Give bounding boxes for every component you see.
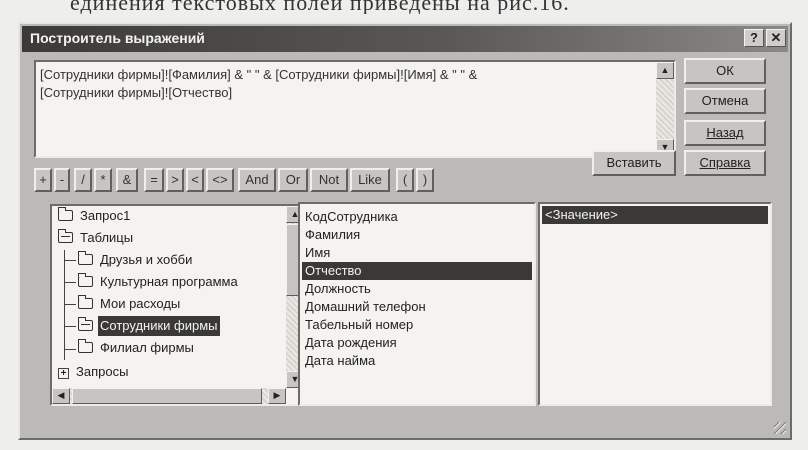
back-button[interactable]: Назад (684, 120, 766, 146)
tree-horizontal-scrollbar[interactable]: ◀ ▶ (52, 388, 286, 404)
fields-list-pane[interactable]: КодСотрудника Фамилия Имя Отчество Должн… (298, 202, 536, 406)
page-caption-text: единения текстовых полей приведены на ри… (70, 0, 570, 14)
expression-scrollbar[interactable]: ▲ ▼ (656, 62, 674, 156)
tree-line (64, 282, 76, 283)
expression-line-2: [Сотрудники фирмы]![Отчество] (40, 85, 233, 100)
folder-icon (78, 295, 93, 309)
operator-not-equal-button[interactable]: <> (206, 168, 234, 192)
help-button[interactable]: Справка (684, 150, 766, 176)
tree-line (64, 260, 76, 261)
field-item[interactable]: Дата найма (302, 352, 532, 370)
object-tree-pane[interactable]: Запрос1 Таблицы Друзья и хобби Культурна… (50, 204, 306, 406)
scroll-left-icon[interactable]: ◀ (52, 388, 70, 404)
tree-item-label: Филиал фирмы (100, 340, 194, 355)
field-item[interactable]: Дата рождения (302, 334, 532, 352)
operator-divide-button[interactable]: / (74, 168, 92, 192)
expression-builder-dialog: Построитель выражений ? ✕ [Сотрудники фи… (18, 22, 792, 440)
tree-item-culture-program[interactable]: Культурная программа (78, 272, 240, 292)
scroll-thumb[interactable] (72, 388, 262, 404)
field-item[interactable]: Табельный номер (302, 316, 532, 334)
cancel-button[interactable]: Отмена (684, 88, 766, 114)
field-item[interactable]: Фамилия (302, 226, 532, 244)
tree-item-my-expenses[interactable]: Мои расходы (78, 294, 182, 314)
operator-plus-button[interactable]: + (34, 168, 52, 192)
values-list-pane[interactable]: <Значение> (538, 202, 772, 406)
folder-icon (78, 339, 93, 353)
tree-item-label: Таблицы (80, 230, 134, 245)
operator-not-button[interactable]: Not (310, 168, 348, 192)
operator-equal-button[interactable]: = (144, 168, 164, 192)
tree-item-label: Сотрудники фирмы (98, 316, 220, 336)
tree-item-friends-hobbies[interactable]: Друзья и хобби (78, 250, 194, 270)
operator-and-button[interactable]: And (238, 168, 276, 192)
field-item[interactable]: Имя (302, 244, 532, 262)
field-item[interactable]: Должность (302, 280, 532, 298)
close-icon[interactable]: ✕ (766, 29, 786, 47)
operator-open-paren-button[interactable]: ( (396, 168, 414, 192)
resize-grip-icon[interactable] (774, 422, 786, 434)
folder-icon (78, 273, 93, 287)
tree-item-label: Культурная программа (100, 274, 238, 289)
operator-like-button[interactable]: Like (350, 168, 390, 192)
help-icon[interactable]: ? (744, 29, 764, 47)
tree-item-label: Мои расходы (100, 296, 181, 311)
open-folder-icon (78, 317, 93, 331)
operator-greater-button[interactable]: > (166, 168, 184, 192)
tree-line (64, 304, 76, 305)
tree-item-label: Запросы (76, 364, 129, 379)
expand-icon[interactable]: + (58, 368, 69, 379)
paste-button[interactable]: Вставить (592, 150, 676, 176)
folder-icon (78, 251, 93, 265)
scroll-up-icon[interactable]: ▲ (656, 62, 674, 79)
tree-item-tables[interactable]: Таблицы (58, 228, 135, 248)
value-item-selected[interactable]: <Значение> (542, 206, 768, 224)
ok-button[interactable]: ОК (684, 58, 766, 84)
tree-item-queries[interactable]: + Запросы (58, 362, 130, 382)
field-item[interactable]: Домашний телефон (302, 298, 532, 316)
expression-line-1: [Сотрудники фирмы]![Фамилия] & " " & [Со… (40, 67, 478, 82)
folder-icon (58, 207, 73, 221)
open-folder-icon (58, 229, 73, 243)
operator-close-paren-button[interactable]: ) (416, 168, 434, 192)
dialog-title: Построитель выражений (30, 30, 205, 46)
tree-item-label: Запрос1 (80, 208, 131, 223)
operator-minus-button[interactable]: - (54, 168, 70, 192)
tree-line (64, 326, 76, 327)
tree-line (64, 250, 65, 360)
operator-multiply-button[interactable]: * (94, 168, 112, 192)
operator-concat-button[interactable]: & (116, 168, 138, 192)
tree-item-label: Друзья и хобби (100, 252, 193, 267)
operator-less-button[interactable]: < (186, 168, 204, 192)
field-item[interactable]: КодСотрудника (302, 208, 532, 226)
expression-textarea[interactable]: [Сотрудники фирмы]![Фамилия] & " " & [Со… (34, 60, 676, 158)
tree-item-company-employees[interactable]: Сотрудники фирмы (78, 316, 220, 336)
expression-text: [Сотрудники фирмы]![Фамилия] & " " & [Со… (40, 66, 640, 102)
title-bar: Построитель выражений ? ✕ (22, 26, 788, 52)
tree-item-company-branch[interactable]: Филиал фирмы (78, 338, 196, 358)
field-item-selected[interactable]: Отчество (302, 262, 532, 280)
tree-line (64, 349, 76, 350)
tree-item-query1[interactable]: Запрос1 (58, 206, 132, 226)
scroll-right-icon[interactable]: ▶ (268, 388, 286, 404)
operator-or-button[interactable]: Or (278, 168, 308, 192)
